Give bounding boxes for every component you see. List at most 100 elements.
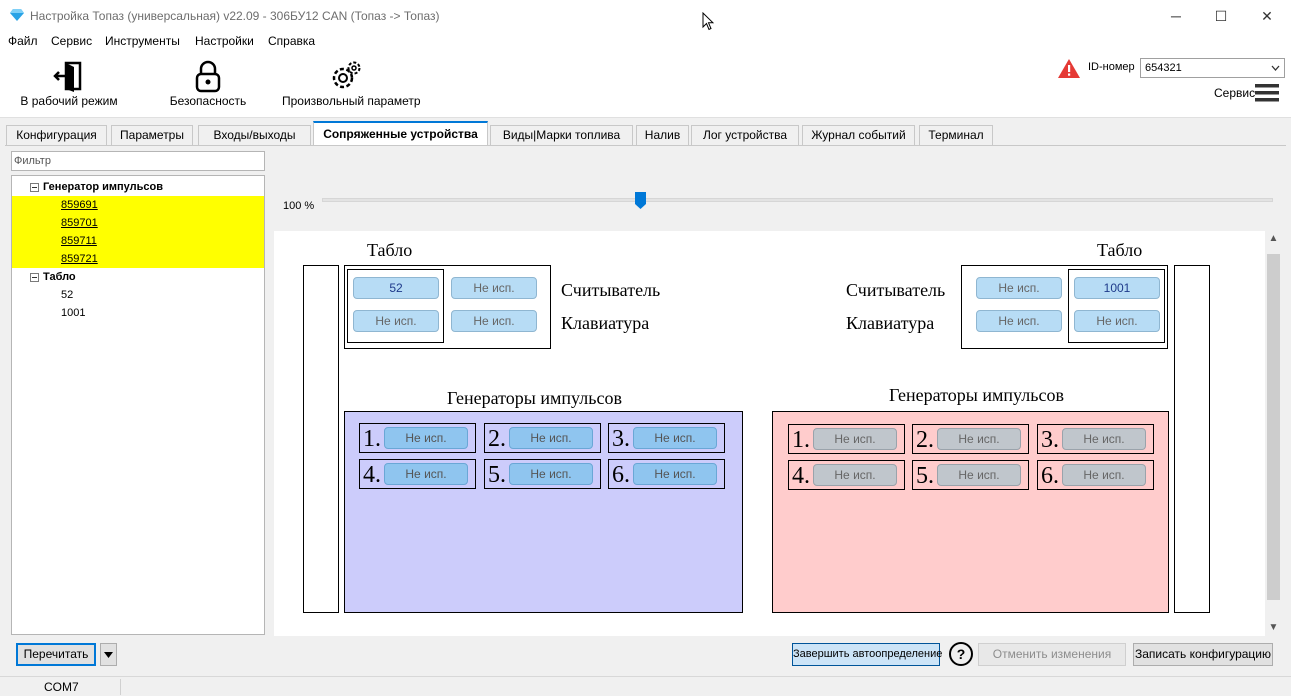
tree-item[interactable]: 1001 xyxy=(12,304,264,322)
tree-group-tablo[interactable]: Табло xyxy=(12,268,264,286)
gen-number: 1. xyxy=(792,427,810,453)
mouse-cursor-icon xyxy=(702,12,714,31)
tab-event-journal[interactable]: Журнал событий xyxy=(802,125,915,145)
minimize-button[interactable]: ─ xyxy=(1153,0,1199,32)
help-icon[interactable]: ? xyxy=(949,642,973,666)
work-mode-label: В рабочий режим xyxy=(20,94,118,108)
right-gen-3[interactable]: 3. Не исп. xyxy=(1037,424,1154,454)
menu-file[interactable]: Файл xyxy=(8,34,38,48)
left-keyboard-slot-2[interactable]: Не исп. xyxy=(451,310,537,332)
zoom-slider-track[interactable] xyxy=(322,198,1273,202)
finish-autodetect-button[interactable]: Завершить автоопределение xyxy=(792,643,942,666)
gen-slot[interactable]: Не исп. xyxy=(1062,464,1146,486)
gears-icon xyxy=(332,61,361,89)
tree-item[interactable]: 859721 xyxy=(12,250,264,268)
app-diamond-icon xyxy=(10,9,24,21)
title-bar: Настройка Топаз (универсальная) v22.09 -… xyxy=(0,0,1291,32)
tree-item[interactable]: 859691 xyxy=(12,196,264,214)
exit-door-icon xyxy=(53,61,82,92)
left-gen-3[interactable]: 3. Не исп. xyxy=(608,423,725,453)
cancel-changes-button[interactable]: Отменить изменения xyxy=(978,643,1126,666)
diagram-scrollbar[interactable]: ▲ ▼ xyxy=(1265,231,1282,636)
tree-item[interactable]: 859711 xyxy=(12,232,264,250)
left-gen-4[interactable]: 4. Не исп. xyxy=(359,459,476,489)
tree-group-pulse-generator[interactable]: Генератор импульсов xyxy=(12,178,264,196)
left-keyboard-slot-1[interactable]: Не исп. xyxy=(353,310,439,332)
scroll-down-icon[interactable]: ▼ xyxy=(1265,620,1282,636)
service-label[interactable]: Сервис xyxy=(1214,86,1255,100)
gen-slot[interactable]: Не исп. xyxy=(813,464,897,486)
right-gen-5[interactable]: 5. Не исп. xyxy=(912,460,1029,490)
window-title: Настройка Топаз (универсальная) v22.09 -… xyxy=(30,9,440,23)
menu-help[interactable]: Справка xyxy=(268,34,315,48)
left-gen-5[interactable]: 5. Не исп. xyxy=(484,459,601,489)
tab-terminal[interactable]: Терминал xyxy=(919,125,993,145)
left-reader-label: Считыватель xyxy=(561,280,661,300)
collapse-icon[interactable] xyxy=(30,183,39,192)
device-tree[interactable]: Генератор импульсов 859691 859701 859711… xyxy=(11,175,265,635)
tree-item-label: 859691 xyxy=(61,199,98,211)
maximize-button[interactable]: ☐ xyxy=(1198,0,1244,32)
gen-slot[interactable]: Не исп. xyxy=(633,427,717,449)
gen-number: 5. xyxy=(916,463,934,489)
custom-param-button[interactable]: Произвольный параметр xyxy=(282,50,421,114)
hamburger-menu-icon[interactable] xyxy=(1254,83,1280,103)
left-tablo-title: Табло xyxy=(367,240,413,260)
tab-filling[interactable]: Налив xyxy=(636,125,689,145)
tree-item-label: 859711 xyxy=(61,235,97,247)
right-reader-slot-1[interactable]: Не исп. xyxy=(976,277,1062,299)
work-mode-button[interactable]: В рабочий режим xyxy=(20,50,118,114)
filter-input[interactable]: Фильтр xyxy=(11,151,265,171)
tree-item[interactable]: 859701 xyxy=(12,214,264,232)
gen-slot[interactable]: Не исп. xyxy=(1062,428,1146,450)
left-reader-slot-1[interactable]: 52 xyxy=(353,277,439,299)
tab-configuration[interactable]: Конфигурация xyxy=(6,125,107,145)
reread-button[interactable]: Перечитать xyxy=(16,643,96,666)
tab-fuel-types[interactable]: Виды|Марки топлива xyxy=(490,125,633,145)
left-reader-slot-2[interactable]: Не исп. xyxy=(451,277,537,299)
write-config-button[interactable]: Записать конфигурацию xyxy=(1133,643,1273,666)
menu-tools[interactable]: Инструменты xyxy=(105,34,180,48)
gen-slot[interactable]: Не исп. xyxy=(509,427,593,449)
collapse-icon[interactable] xyxy=(30,273,39,282)
gen-slot[interactable]: Не исп. xyxy=(937,464,1021,486)
tab-parameters[interactable]: Параметры xyxy=(111,125,193,145)
scroll-thumb[interactable] xyxy=(1267,254,1280,600)
id-label: ID-номер xyxy=(1088,61,1135,73)
tab-device-log[interactable]: Лог устройства xyxy=(691,125,799,145)
gen-number: 5. xyxy=(488,462,506,488)
close-button[interactable]: ✕ xyxy=(1244,0,1290,32)
right-gen-1[interactable]: 1. Не исп. xyxy=(788,424,905,454)
menu-settings[interactable]: Настройки xyxy=(195,34,254,48)
reread-dropdown-button[interactable] xyxy=(100,643,117,666)
zoom-slider-thumb[interactable] xyxy=(635,192,646,209)
tab-io[interactable]: Входы/выходы xyxy=(198,125,311,145)
left-gen-6[interactable]: 6. Не исп. xyxy=(608,459,725,489)
gen-slot[interactable]: Не исп. xyxy=(509,463,593,485)
right-reader-slot-2[interactable]: 1001 xyxy=(1074,277,1160,299)
right-gen-6[interactable]: 6. Не исп. xyxy=(1037,460,1154,490)
menu-service[interactable]: Сервис xyxy=(51,34,92,48)
gen-slot[interactable]: Не исп. xyxy=(384,463,468,485)
tree-item[interactable]: 52 xyxy=(12,286,264,304)
right-keyboard-slot-1[interactable]: Не исп. xyxy=(976,310,1062,332)
gen-slot[interactable]: Не исп. xyxy=(813,428,897,450)
right-keyboard-slot-2[interactable]: Не исп. xyxy=(1074,310,1160,332)
tab-paired-devices[interactable]: Сопряженные устройства xyxy=(313,121,488,146)
security-button[interactable]: Безопасность xyxy=(168,50,248,114)
scroll-up-icon[interactable]: ▲ xyxy=(1265,231,1282,247)
id-select[interactable]: 654321 xyxy=(1140,58,1285,78)
tree-group-label: Генератор импульсов xyxy=(43,181,163,193)
left-gen-2[interactable]: 2. Не исп. xyxy=(484,423,601,453)
gen-slot[interactable]: Не исп. xyxy=(937,428,1021,450)
gen-slot[interactable]: Не исп. xyxy=(384,427,468,449)
custom-param-label: Произвольный параметр xyxy=(282,94,421,108)
left-gen-1[interactable]: 1. Не исп. xyxy=(359,423,476,453)
gen-number: 2. xyxy=(488,426,506,452)
status-divider xyxy=(120,679,121,695)
right-gen-2[interactable]: 2. Не исп. xyxy=(912,424,1029,454)
status-bar: COM7 xyxy=(0,676,1291,696)
toolbar: В рабочий режим Безопасность Произвольны… xyxy=(0,50,1291,118)
gen-slot[interactable]: Не исп. xyxy=(633,463,717,485)
right-gen-4[interactable]: 4. Не исп. xyxy=(788,460,905,490)
